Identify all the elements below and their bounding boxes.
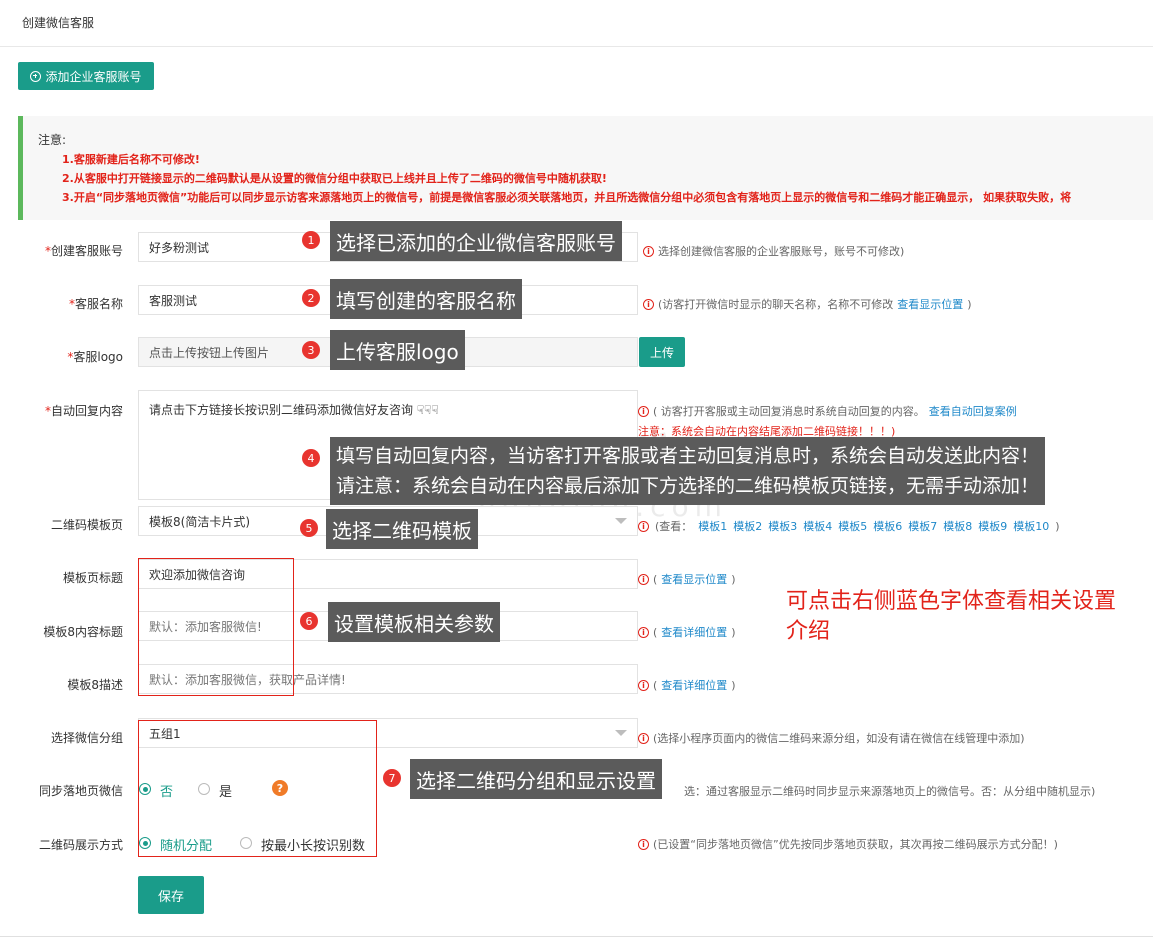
callout-badge-7: 7 [383,769,401,787]
notice-line-3: 3.开启“同步落地页微信”功能后可以同步显示访客来源落地页上的微信号，前提是微信… [62,191,1072,204]
chevron-down-icon [615,730,627,736]
template-link-8[interactable]: 模板8 [943,518,972,534]
template-link-9[interactable]: 模板9 [978,518,1007,534]
name-hint: i (访客打开微信时显示的聊天名称，名称不可修改 查看显示位置) [643,296,972,312]
callout-4-line-1: 填写自动回复内容，当访客打开客服或者主动回复消息时，系统会自动发送此内容！ [336,445,1040,467]
template-title-label: 模板页标题 [62,571,123,585]
info-icon: i [638,520,649,532]
content-title-label: 模板8内容标题 [43,625,123,639]
group-hint: i (选择小程序页面内的微信二维码来源分组，如没有请在微信在线管理中添加) [638,730,1025,746]
info-icon: i [643,245,654,257]
callout-badge-5: 5 [300,519,318,537]
template-select-value: 模板8(简洁卡片式) [149,514,250,529]
template-link-4[interactable]: 模板4 [803,518,832,534]
description-view-link[interactable]: 查看详细位置 [661,677,727,693]
side-note: 可点击右侧蓝色字体查看相关设置介绍 [786,589,1117,644]
callout-badge-4: 4 [302,449,320,467]
sync-hint: 选：通过客服显示二维码时同步显示来源落地页上的微信号。否：从分组中随机显示) [684,785,1096,798]
template-link-5[interactable]: 模板5 [838,518,867,534]
page-title: 创建微信客服 [22,16,95,30]
display-label: 二维码展示方式 [38,838,123,852]
content-title-view-link[interactable]: 查看详细位置 [661,624,727,640]
sync-label: 同步落地页微信 [38,784,123,798]
callout-badge-3: 3 [302,341,320,359]
add-account-button[interactable]: 添加企业客服账号 [18,62,154,90]
info-icon: i [638,626,649,638]
callout-4-line-2: 请注意：系统会自动在内容最后添加下方选择的二维码模板页链接，无需手动添加！ [336,475,1040,497]
callout-badge-1: 1 [302,231,320,249]
callout-7: 选择二维码分组和显示设置 [410,759,662,799]
annotation-box-template-params [138,558,294,696]
autoreply-hint: i( 访客打开客服或主动回复消息时系统自动回复的内容。 查看自动回复案例 [638,403,1017,419]
add-account-label: 添加企业客服账号 [45,69,142,84]
notice-title: 注意: [38,133,67,147]
callout-1: 选择已添加的企业微信客服账号 [330,221,622,261]
annotation-box-group-display [138,720,377,857]
callout-4: 填写自动回复内容，当访客打开客服或者主动回复消息时，系统会自动发送此内容！ 请注… [330,437,1046,505]
template-hint: i (查看： 模板1 模板2 模板3 模板4 模板5 模板6 模板7 模板8 模… [638,518,1060,534]
callout-2: 填写创建的客服名称 [330,279,522,319]
template-link-3[interactable]: 模板3 [768,518,797,534]
name-label: *客服名称 [68,297,123,311]
bottom-divider [0,936,1153,937]
info-icon: i [638,679,649,691]
upload-button[interactable]: 上传 [639,337,685,367]
callout-badge-6: 6 [300,612,318,630]
callout-5: 选择二维码模板 [326,509,478,549]
template-link-7[interactable]: 模板7 [908,518,937,534]
group-label: 选择微信分组 [50,731,123,745]
description-hint: i(查看详细位置) [638,677,736,693]
callout-6: 设置模板相关参数 [328,602,500,642]
top-bar [0,0,1153,47]
info-icon: i [638,838,649,850]
name-view-position-link[interactable]: 查看显示位置 [897,296,963,312]
description-label: 模板8描述 [67,678,123,692]
notice-line-2: 2.从客服中打开链接显示的二维码默认是从设置的微信分组中获取已上线并且上传了二维… [62,172,607,185]
autoreply-label: *自动回复内容 [44,404,123,418]
chevron-down-icon [615,518,627,524]
callout-badge-2: 2 [302,289,320,307]
save-button[interactable]: 保存 [138,876,204,914]
info-icon: i [638,573,649,585]
template-link-6[interactable]: 模板6 [873,518,902,534]
logo-label: *客服logo [67,350,123,364]
autoreply-example-link[interactable]: 查看自动回复案例 [929,403,1017,419]
info-icon: i [638,732,649,744]
account-hint: i 选择创建微信客服的企业客服账号，账号不可修改) [643,243,904,259]
template-title-hint: i(查看显示位置) [638,571,736,587]
callout-3: 上传客服logo [330,330,465,370]
template-link-10[interactable]: 模板10 [1013,518,1049,534]
template-link-2[interactable]: 模板2 [733,518,762,534]
template-label: 二维码模板页 [50,518,123,532]
plus-circle-icon [30,70,42,82]
notice-line-1: 1.客服新建后名称不可修改! [62,153,200,166]
content-title-hint: i(查看详细位置) [638,624,736,640]
info-icon: i [638,405,649,417]
template-title-view-link[interactable]: 查看显示位置 [661,571,727,587]
info-icon: i [643,298,654,310]
template-link-1[interactable]: 模板1 [698,518,727,534]
account-label: *创建客服账号 [44,244,123,258]
display-hint: i (已设置“同步落地页微信”优先按同步落地页获取，其次再按二维码展示方式分配！) [638,836,1058,852]
